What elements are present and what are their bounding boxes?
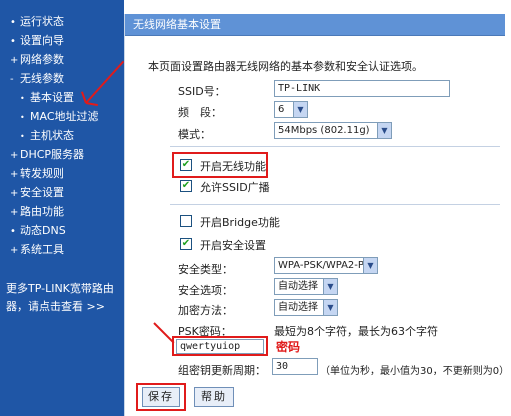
security-checkbox[interactable]: ✔ <box>180 238 192 250</box>
enable-wireless-label: 开启无线功能 <box>200 160 266 173</box>
sidebar-item-routing[interactable]: + 路由功能 <box>10 202 99 221</box>
bridge-checkbox[interactable] <box>180 215 192 227</box>
mode-select[interactable]: 54Mbps (802.11g) ▼ <box>274 122 392 139</box>
channel-label: 频 段： <box>178 106 222 119</box>
sidebar-item-label: 主机状态 <box>30 129 74 142</box>
sidebar-item-dhcp[interactable]: + DHCP服务器 <box>10 145 99 164</box>
sidebar-item-host-status[interactable]: • 主机状态 <box>10 126 99 145</box>
sidebar-item-label: 转发规则 <box>20 167 64 180</box>
sidebar-item-forwarding[interactable]: + 转发规则 <box>10 164 99 183</box>
sidebar-item-label: 系统工具 <box>20 243 64 256</box>
encryption-label: 加密方法： <box>178 304 233 317</box>
ssid-broadcast-label: 允许SSID广播 <box>200 181 270 194</box>
save-button[interactable]: 保存 <box>142 387 180 407</box>
psk-annotation: 密码 <box>276 340 301 354</box>
encryption-select[interactable]: 自动选择 ▼ <box>274 299 338 316</box>
sidebar-item-label: 安全设置 <box>20 186 64 199</box>
divider <box>170 204 500 205</box>
group-key-hint: （单位为秒，最小值为30，不更新则为0） <box>320 366 510 377</box>
sidebar-item-label: 路由功能 <box>20 205 64 218</box>
ssid-input[interactable]: TP-LINK <box>274 80 450 97</box>
sidebar-item-network[interactable]: + 网络参数 <box>10 50 99 69</box>
sidebar-item-system-tools[interactable]: + 系统工具 <box>10 240 99 259</box>
channel-select[interactable]: 6 ▼ <box>274 101 308 118</box>
divider <box>170 146 500 147</box>
more-products-line2: 器，请点击查看 >> <box>6 300 105 313</box>
sidebar: • 运行状态 • 设置向导 + 网络参数 - 无线参数 • 基本设置 • MAC地址过滤 •… <box>0 0 124 416</box>
security-option-value: 自动选择 <box>278 281 318 292</box>
security-label: 开启安全设置 <box>200 239 266 252</box>
ssid-broadcast-checkbox[interactable]: ✔ <box>180 180 192 192</box>
mode-label: 模式： <box>178 128 211 141</box>
encryption-value: 自动选择 <box>278 302 318 313</box>
sidebar-item-label: 运行状态 <box>20 15 64 28</box>
ssid-label: SSID号： <box>178 85 226 98</box>
more-products-link[interactable]: 更多TP-LINK宽带路由 器，请点击查看 >> <box>6 280 120 316</box>
security-type-select[interactable]: WPA-PSK/WPA2-PSK ▼ <box>274 257 378 274</box>
security-option-select[interactable]: 自动选择 ▼ <box>274 278 338 295</box>
group-key-label: 组密钥更新周期： <box>178 364 266 377</box>
chevron-down-icon[interactable]: ▼ <box>363 258 377 273</box>
group-key-input[interactable]: 30 <box>272 358 318 375</box>
sidebar-item-label: 基本设置 <box>30 91 74 104</box>
sidebar-item-label: MAC地址过滤 <box>30 110 99 123</box>
page-title: 无线网络基本设置 <box>125 14 505 36</box>
sidebar-nav: • 运行状态 • 设置向导 + 网络参数 - 无线参数 • 基本设置 • MAC地址过滤 •… <box>10 12 99 259</box>
channel-value: 6 <box>278 104 285 115</box>
sidebar-item-label: 无线参数 <box>20 72 64 85</box>
sidebar-item-mac-filter[interactable]: • MAC地址过滤 <box>10 107 99 126</box>
page-description: 本页面设置路由器无线网络的基本参数和安全认证选项。 <box>148 60 423 73</box>
sidebar-item-label: 动态DNS <box>20 224 66 237</box>
sidebar-item-label: 设置向导 <box>20 34 64 47</box>
more-products-line1: 更多TP-LINK宽带路由 <box>6 282 114 295</box>
sidebar-item-wireless[interactable]: - 无线参数 <box>10 69 99 88</box>
psk-input[interactable]: qwertyuiop <box>176 339 264 354</box>
security-option-label: 安全选项： <box>178 284 233 297</box>
sidebar-item-ddns[interactable]: • 动态DNS <box>10 221 99 240</box>
chevron-down-icon[interactable]: ▼ <box>377 123 391 138</box>
sidebar-item-status[interactable]: • 运行状态 <box>10 12 99 31</box>
sidebar-item-security[interactable]: + 安全设置 <box>10 183 99 202</box>
chevron-down-icon[interactable]: ▼ <box>323 279 337 294</box>
sidebar-item-wizard[interactable]: • 设置向导 <box>10 31 99 50</box>
psk-hint: 最短为8个字符，最长为63个字符 <box>274 325 438 338</box>
chevron-down-icon[interactable]: ▼ <box>323 300 337 315</box>
security-type-label: 安全类型： <box>178 263 233 276</box>
chevron-down-icon[interactable]: ▼ <box>293 102 307 117</box>
enable-wireless-checkbox[interactable]: ✔ <box>180 159 192 171</box>
help-button[interactable]: 帮助 <box>194 387 234 407</box>
sidebar-item-label: 网络参数 <box>20 53 64 66</box>
bridge-label: 开启Bridge功能 <box>200 216 280 229</box>
mode-value: 54Mbps (802.11g) <box>278 125 370 136</box>
sidebar-item-label: DHCP服务器 <box>20 148 85 161</box>
